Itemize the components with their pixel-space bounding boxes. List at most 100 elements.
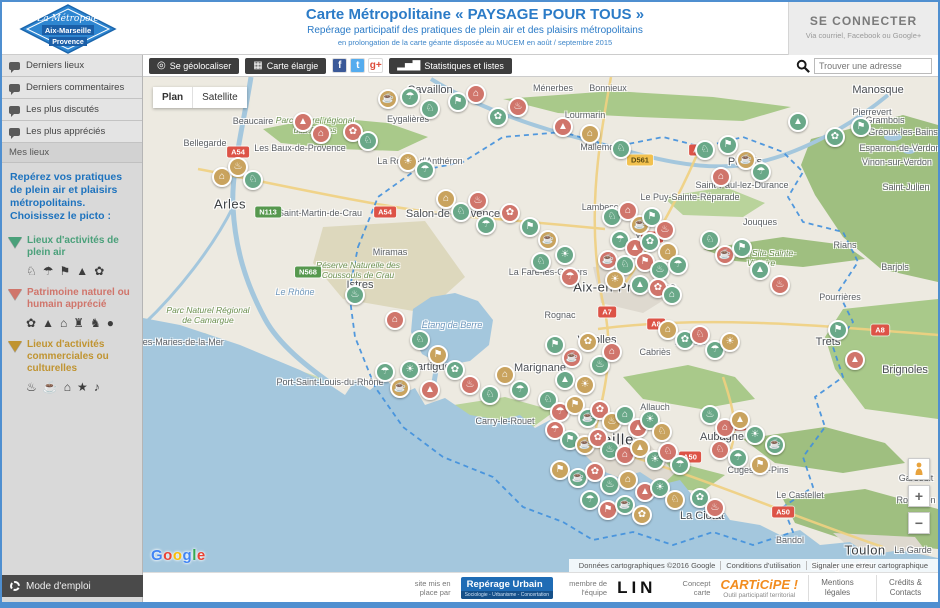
- map-marker[interactable]: ⚑: [828, 320, 848, 340]
- map-marker[interactable]: ♘: [420, 99, 440, 119]
- map-marker[interactable]: ♘: [358, 131, 378, 151]
- peak-icon[interactable]: ▲: [42, 316, 54, 330]
- zoom-in-button[interactable]: +: [908, 485, 930, 507]
- tree-icon[interactable]: ✿: [26, 316, 36, 330]
- map-marker[interactable]: ♘: [652, 422, 672, 442]
- legend-pin-icon[interactable]: [8, 237, 22, 248]
- rider-icon[interactable]: ♘: [26, 264, 37, 278]
- map-marker[interactable]: ♨: [600, 475, 620, 495]
- map-marker[interactable]: ▲: [750, 260, 770, 280]
- map-marker[interactable]: ☀: [575, 375, 595, 395]
- login-button[interactable]: SE CONNECTER Via courriel, Facebook ou G…: [788, 2, 938, 55]
- map-marker[interactable]: ⚑: [718, 135, 738, 155]
- legend-pin-icon[interactable]: [8, 341, 22, 352]
- map-marker[interactable]: ☕: [765, 435, 785, 455]
- map-marker[interactable]: ▲: [630, 275, 650, 295]
- map-marker[interactable]: ✿: [500, 203, 520, 223]
- map-marker[interactable]: ⚑: [851, 117, 871, 137]
- restaurant-icon[interactable]: ♨: [26, 380, 37, 394]
- mentions-legales-link[interactable]: Mentions légales: [808, 575, 866, 601]
- metropole-logo[interactable]: La Métropole Aix-Marseille Provence: [16, 4, 120, 54]
- googleplus-icon[interactable]: g+: [368, 58, 383, 73]
- map-type-satellite-button[interactable]: Satellite: [192, 87, 247, 108]
- map[interactable]: CavaillonMénerbesBonnieuxManosquePierrev…: [143, 77, 938, 572]
- map-marker[interactable]: ♘: [410, 330, 430, 350]
- carticipe-logo[interactable]: CARTiCiPE ! Outil participatif territori…: [720, 577, 798, 599]
- map-marker[interactable]: ♨: [345, 285, 365, 305]
- monument-icon[interactable]: ♜: [73, 316, 84, 330]
- map-marker[interactable]: ⚑: [750, 455, 770, 475]
- map-marker[interactable]: ▲: [553, 117, 573, 137]
- map-marker[interactable]: ⌂: [602, 342, 622, 362]
- map-marker[interactable]: ☀: [720, 332, 740, 352]
- hiking-icon[interactable]: ⚑: [60, 264, 71, 278]
- map-type-plan-button[interactable]: Plan: [153, 87, 192, 108]
- animal-icon[interactable]: ♞: [90, 316, 101, 330]
- map-marker[interactable]: ☕: [562, 348, 582, 368]
- map-marker[interactable]: ☀: [555, 245, 575, 265]
- map-marker[interactable]: ☂: [751, 162, 771, 182]
- map-marker[interactable]: ⚑: [732, 238, 752, 258]
- map-marker[interactable]: ⚑: [550, 460, 570, 480]
- lin-logo[interactable]: LIN: [617, 578, 656, 598]
- map-marker[interactable]: ♘: [710, 440, 730, 460]
- credits-contacts-link[interactable]: Crédits & Contacts: [876, 575, 934, 601]
- sidebar-item[interactable]: Derniers commentaires: [2, 77, 142, 99]
- address-search-input[interactable]: [814, 58, 932, 74]
- map-marker[interactable]: ☂: [476, 215, 496, 235]
- map-marker[interactable]: ⚑: [545, 335, 565, 355]
- map-marker[interactable]: ▲: [555, 370, 575, 390]
- map-marker[interactable]: ☂: [510, 380, 530, 400]
- market-icon[interactable]: ⌂: [64, 380, 71, 394]
- map-marker[interactable]: ⚑: [520, 217, 540, 237]
- zoom-out-button[interactable]: −: [908, 512, 930, 534]
- map-marker[interactable]: ☀: [605, 270, 625, 290]
- map-marker[interactable]: ▲: [293, 112, 313, 132]
- map-marker[interactable]: ☂: [375, 362, 395, 382]
- map-marker[interactable]: ♘: [531, 252, 551, 272]
- map-marker[interactable]: ☂: [668, 255, 688, 275]
- nature-icon[interactable]: ✿: [94, 264, 104, 278]
- twitter-icon[interactable]: t: [350, 58, 365, 73]
- map-marker[interactable]: ⌂: [711, 167, 731, 187]
- reperage-urbain-logo[interactable]: Repérage Urbain Sociologie - Urbanisme -…: [461, 577, 553, 599]
- search-icon[interactable]: [796, 59, 810, 73]
- map-marker[interactable]: ☕: [390, 378, 410, 398]
- map-marker[interactable]: ⌂: [311, 124, 331, 144]
- music-icon[interactable]: ♪: [94, 380, 100, 394]
- map-marker[interactable]: ⚑: [428, 345, 448, 365]
- map-marker[interactable]: ♨: [705, 498, 725, 518]
- map-marker[interactable]: ♨: [770, 275, 790, 295]
- map-marker[interactable]: ⌂: [385, 310, 405, 330]
- map-marker[interactable]: ⚑: [448, 92, 468, 112]
- stats-button[interactable]: ▂▅▇ Statistiques et listes: [389, 58, 512, 74]
- map-marker[interactable]: ✿: [640, 232, 660, 252]
- map-marker[interactable]: ▲: [788, 112, 808, 132]
- map-marker[interactable]: ☂: [580, 490, 600, 510]
- geolocate-button[interactable]: ◎ Se géolocaliser: [149, 58, 239, 74]
- map-marker[interactable]: ♘: [695, 140, 715, 160]
- site-icon[interactable]: ●: [107, 316, 114, 330]
- house-icon[interactable]: ⌂: [60, 316, 67, 330]
- map-marker[interactable]: ♘: [243, 170, 263, 190]
- sidebar-item[interactable]: Les plus discutés: [2, 99, 142, 121]
- map-marker[interactable]: ✿: [632, 505, 652, 525]
- map-marker[interactable]: ▲: [420, 380, 440, 400]
- mountain-icon[interactable]: ▲: [76, 264, 88, 278]
- parasol-icon[interactable]: ☂: [43, 264, 54, 278]
- sidebar-item[interactable]: Les plus appréciés: [2, 121, 142, 143]
- map-marker[interactable]: ✿: [825, 127, 845, 147]
- report-error-link[interactable]: Signaler une erreur cartographique: [806, 561, 933, 570]
- map-marker[interactable]: ☕: [538, 230, 558, 250]
- map-marker[interactable]: ⌂: [580, 124, 600, 144]
- map-marker[interactable]: ☀: [745, 425, 765, 445]
- map-marker[interactable]: ✿: [578, 332, 598, 352]
- facebook-icon[interactable]: f: [332, 58, 347, 73]
- map-marker[interactable]: ♨: [468, 191, 488, 211]
- legend-pin-icon[interactable]: [8, 289, 22, 300]
- map-marker[interactable]: ☀: [400, 360, 420, 380]
- wide-map-button[interactable]: ▦ Carte élargie: [245, 58, 326, 74]
- sidebar-item-my-places[interactable]: Mes lieux: [2, 143, 142, 163]
- terms-link[interactable]: Conditions d'utilisation: [720, 561, 805, 570]
- google-logo[interactable]: Google: [151, 547, 206, 564]
